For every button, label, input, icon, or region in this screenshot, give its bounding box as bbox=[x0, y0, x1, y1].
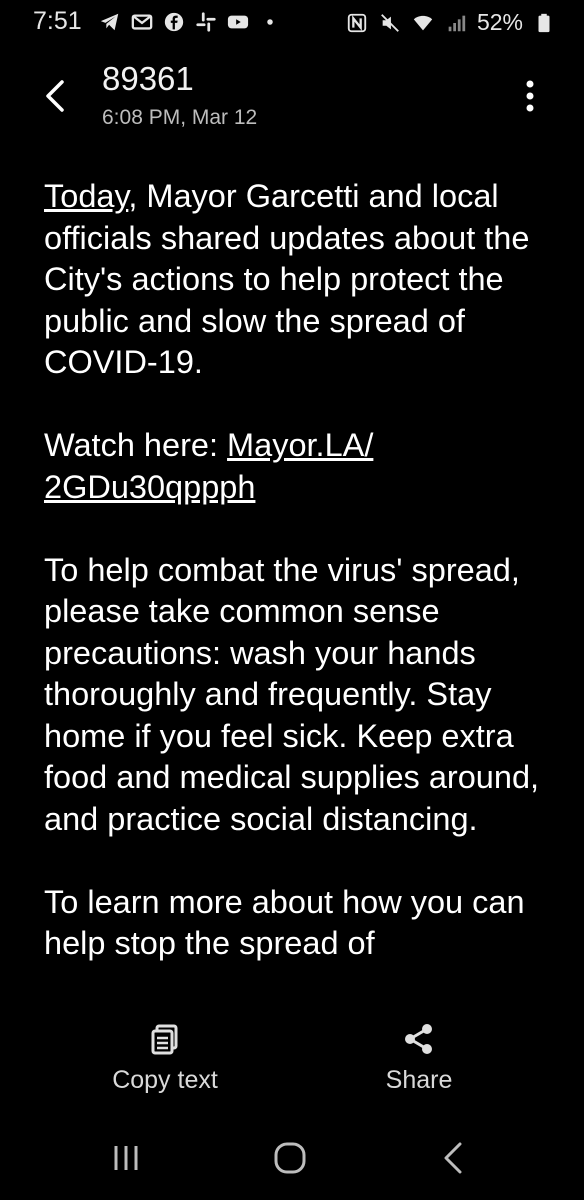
dot-icon bbox=[258, 10, 282, 34]
nfc-icon bbox=[345, 11, 369, 35]
copy-icon bbox=[151, 1024, 178, 1055]
battery-icon bbox=[532, 11, 556, 35]
message-paragraph-3: To help combat the virus' spread, please… bbox=[44, 551, 540, 837]
back-arrow-icon bbox=[46, 80, 64, 112]
status-time: 7:51 bbox=[33, 7, 82, 35]
copy-text-button[interactable]: Copy text bbox=[75, 1022, 255, 1095]
system-navigation-bar bbox=[0, 1120, 584, 1200]
more-options-button[interactable] bbox=[520, 76, 540, 116]
telegram-icon bbox=[98, 10, 122, 34]
home-icon bbox=[274, 1142, 306, 1174]
share-label: Share bbox=[385, 1066, 453, 1094]
home-button[interactable] bbox=[260, 1138, 320, 1178]
back-button[interactable] bbox=[38, 76, 78, 116]
signal-icon bbox=[444, 11, 468, 35]
slack-icon bbox=[194, 10, 218, 34]
message-action-bar: Copy text Share bbox=[0, 1010, 584, 1110]
message-timestamp: 6:08 PM, Mar 12 bbox=[102, 106, 258, 129]
message-paragraph-4: To learn more about how you can help sto… bbox=[44, 883, 525, 962]
conversation-header: 89361 6:08 PM, Mar 12 bbox=[0, 50, 584, 150]
today-link[interactable]: Today bbox=[44, 178, 128, 214]
battery-percent: 52% bbox=[476, 9, 523, 35]
recent-apps-button[interactable] bbox=[96, 1138, 156, 1178]
nav-back-icon bbox=[444, 1142, 462, 1174]
share-icon bbox=[405, 1024, 432, 1054]
gmail-icon bbox=[130, 10, 154, 34]
more-vert-icon bbox=[526, 80, 534, 112]
wifi-icon bbox=[411, 11, 435, 35]
message-paragraph-2: Watch here: Mayor.LA/ 2GDu30qppph bbox=[44, 425, 544, 508]
facebook-icon bbox=[162, 10, 186, 34]
notification-icons bbox=[98, 10, 282, 34]
status-bar: 7:51 52% bbox=[0, 0, 584, 46]
nav-back-button[interactable] bbox=[424, 1138, 484, 1178]
copy-text-label: Copy text bbox=[112, 1066, 218, 1094]
recent-apps-icon bbox=[114, 1146, 138, 1170]
mute-icon bbox=[378, 11, 402, 35]
message-body: Today, Mayor Garcetti and local official… bbox=[44, 176, 544, 1000]
message-paragraph-1: Today, Mayor Garcetti and local official… bbox=[44, 176, 544, 384]
system-icons: 52% bbox=[345, 9, 556, 36]
watch-here-label: Watch here: bbox=[44, 427, 228, 463]
share-button[interactable]: Share bbox=[329, 1022, 509, 1095]
sender-title: 89361 bbox=[102, 60, 194, 97]
youtube-icon bbox=[226, 10, 250, 34]
